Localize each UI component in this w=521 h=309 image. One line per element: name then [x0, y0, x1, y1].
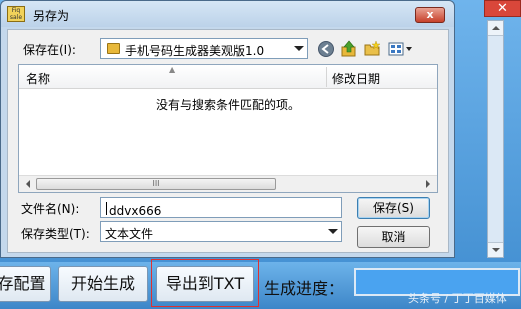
column-header-name[interactable]: 名称	[26, 70, 50, 87]
highlight-annotation-box	[151, 259, 259, 307]
save-in-dropdown[interactable]: 手机号码生成器美观版1.0	[100, 38, 308, 59]
save-config-button[interactable]: 存配置	[0, 266, 51, 302]
save-in-value: 手机号码生成器美观版1.0	[125, 44, 265, 58]
background-close-button[interactable]: ✕	[484, 0, 521, 17]
chevron-down-icon	[328, 229, 338, 239]
cancel-button[interactable]: 取消	[357, 226, 430, 248]
scroll-right-arrow-icon[interactable]	[426, 180, 434, 188]
view-menu-icon[interactable]	[387, 40, 415, 58]
column-divider[interactable]	[326, 67, 327, 87]
dialog-title: 另存为	[33, 9, 70, 23]
filetype-label: 保存类型(T):	[21, 227, 90, 241]
dialog-titlebar[interactable]: Fiq sale 另存为 x	[1, 1, 454, 27]
sort-ascending-icon: ▲	[169, 65, 176, 74]
save-as-dialog: Fiq sale 另存为 x 保存在(I): 手机号码生成器美观版1.0 ▲ 名…	[0, 0, 455, 258]
scroll-thumb[interactable]: III	[36, 178, 276, 190]
scroll-up-arrow-icon[interactable]	[488, 21, 503, 36]
empty-message: 没有与搜索条件匹配的项。	[156, 98, 301, 112]
filename-label: 文件名(N):	[21, 202, 80, 216]
back-icon[interactable]	[317, 40, 335, 58]
column-header-modified[interactable]: 修改日期	[332, 70, 380, 87]
filetype-dropdown[interactable]: 文本文件	[100, 221, 342, 242]
chevron-down-icon	[294, 46, 304, 56]
scroll-down-arrow-icon[interactable]	[488, 242, 503, 257]
scroll-left-arrow-icon[interactable]	[22, 180, 30, 188]
file-list-header: ▲ 名称 修改日期	[19, 65, 437, 89]
background-scrollbar[interactable]	[487, 20, 504, 258]
start-generate-button[interactable]: 开始生成	[58, 266, 148, 302]
filename-value: ddvx666	[105, 201, 161, 218]
up-folder-icon[interactable]	[340, 40, 358, 58]
save-in-label: 保存在(I):	[23, 43, 76, 57]
watermark-text: 头条号 / 丁丁百媒体	[408, 292, 507, 305]
progress-label: 生成进度：	[264, 279, 345, 298]
folder-icon	[107, 43, 120, 54]
dialog-close-button[interactable]: x	[415, 7, 445, 23]
file-list[interactable]: ▲ 名称 修改日期 没有与搜索条件匹配的项。 III	[18, 64, 438, 193]
app-icon: Fiq sale	[7, 6, 25, 22]
save-button[interactable]: 保存(S)	[357, 197, 430, 219]
horizontal-scrollbar[interactable]: III	[19, 175, 437, 192]
filename-input[interactable]: ddvx666	[100, 197, 342, 218]
new-folder-icon[interactable]	[363, 40, 381, 58]
filetype-value: 文本文件	[105, 227, 154, 241]
